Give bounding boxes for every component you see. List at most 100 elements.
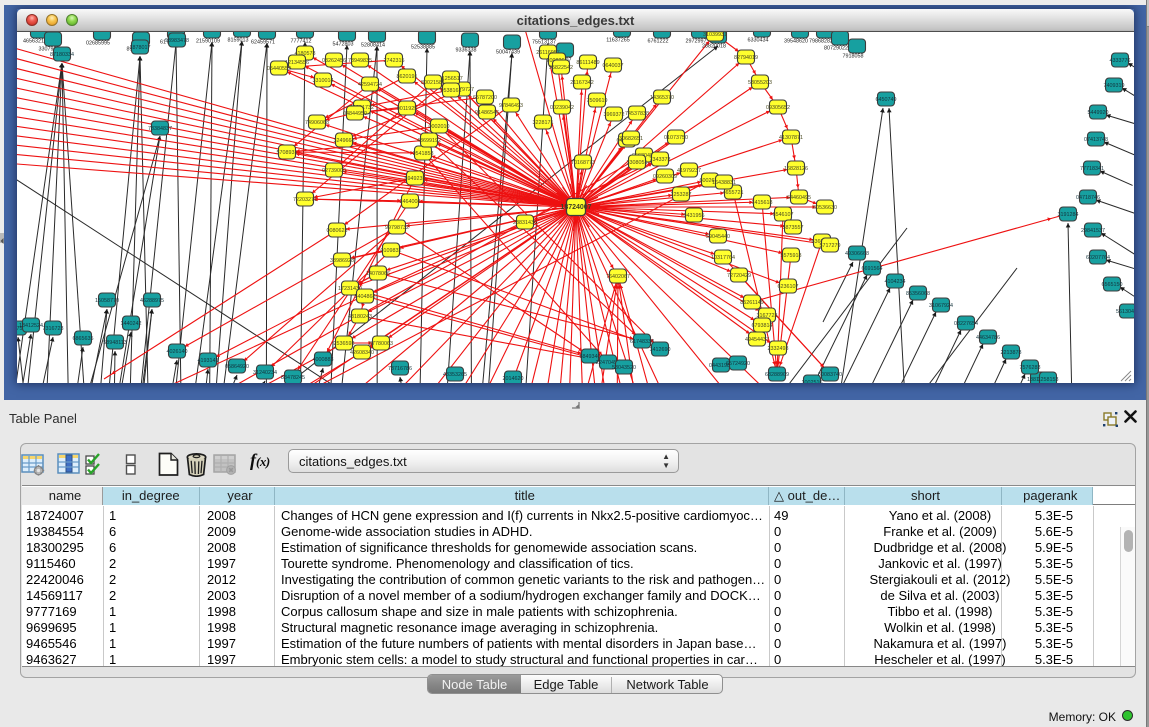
svg-text:02685995: 02685995 — [86, 41, 110, 47]
svg-text:04844950: 04844950 — [343, 111, 367, 117]
svg-text:2536593: 2536593 — [334, 341, 355, 347]
svg-text:46288975: 46288975 — [140, 298, 164, 304]
svg-text:05864920: 05864920 — [225, 364, 249, 370]
svg-text:46563212: 46563212 — [23, 39, 47, 45]
svg-text:70168773: 70168773 — [571, 160, 595, 166]
svg-text:80083740: 80083740 — [818, 372, 842, 378]
svg-text:8620191: 8620191 — [397, 74, 418, 80]
svg-text:03262456: 03262456 — [322, 58, 346, 64]
svg-text:00239042: 00239042 — [550, 105, 574, 111]
svg-text:41307871: 41307871 — [779, 135, 803, 141]
svg-text:9336338: 9336338 — [456, 48, 477, 54]
svg-text:4000883: 4000883 — [313, 357, 334, 363]
svg-text:2464008: 2464008 — [400, 199, 421, 205]
svg-text:10317764: 10317764 — [711, 255, 735, 261]
svg-text:6793814: 6793814 — [752, 323, 773, 329]
svg-text:0640037: 0640037 — [603, 63, 624, 69]
svg-text:49306668: 49306668 — [845, 251, 869, 257]
svg-text:2332493: 2332493 — [768, 346, 789, 352]
svg-text:87180334: 87180334 — [50, 52, 74, 58]
svg-text:72203271: 72203271 — [293, 197, 317, 203]
svg-text:0011925: 0011925 — [397, 106, 418, 112]
svg-text:7576283: 7576283 — [1020, 365, 1041, 371]
svg-text:50047439: 50047439 — [496, 50, 520, 56]
svg-text:5717279: 5717279 — [820, 243, 841, 249]
svg-text:11637265: 11637265 — [606, 38, 630, 44]
svg-text:58948113: 58948113 — [103, 340, 127, 346]
svg-text:77718341: 77718341 — [1080, 166, 1104, 172]
svg-text:80021581: 80021581 — [421, 80, 445, 86]
svg-text:29841537: 29841537 — [1081, 228, 1105, 234]
svg-text:6949235: 6949235 — [405, 176, 426, 182]
svg-text:60536630: 60536630 — [813, 205, 837, 211]
svg-text:21590109: 21590109 — [196, 39, 220, 45]
svg-text:9538161: 9538161 — [441, 88, 462, 94]
svg-text:38986928: 38986928 — [330, 258, 354, 264]
svg-text:3249668: 3249668 — [334, 138, 355, 144]
svg-text:6565150: 6565150 — [1102, 282, 1123, 288]
svg-text:02739000: 02739000 — [322, 168, 346, 174]
svg-text:6450749: 6450749 — [876, 97, 897, 103]
svg-text:76402067: 76402067 — [606, 274, 630, 280]
svg-text:3191284: 3191284 — [1058, 212, 1079, 218]
svg-text:86111489: 86111489 — [576, 60, 599, 66]
svg-text:16828126: 16828126 — [784, 166, 808, 172]
svg-text:4193141: 4193141 — [198, 358, 219, 364]
svg-text:61748338: 61748338 — [630, 339, 654, 345]
svg-text:64460495: 64460495 — [787, 195, 811, 201]
svg-text:85261149: 85261149 — [740, 300, 764, 306]
svg-text:5404868: 5404868 — [355, 294, 376, 300]
svg-text:9541858: 9541858 — [413, 151, 434, 157]
svg-text:97846493: 97846493 — [499, 103, 523, 109]
svg-text:4104234: 4104234 — [885, 279, 906, 285]
svg-text:72720429: 72720429 — [727, 273, 751, 279]
svg-text:60207764: 60207764 — [1086, 255, 1110, 261]
svg-text:3228171: 3228171 — [533, 120, 554, 126]
svg-text:08227654: 08227654 — [954, 321, 978, 327]
svg-text:87780063: 87780063 — [369, 341, 393, 347]
svg-text:1412690: 1412690 — [650, 347, 671, 353]
svg-text:65787200: 65787200 — [473, 95, 497, 101]
svg-text:13412524: 13412524 — [19, 323, 43, 329]
svg-text:74906068: 74906068 — [305, 120, 329, 126]
svg-text:4026140: 4026140 — [167, 349, 188, 355]
svg-text:44634786: 44634786 — [976, 335, 1000, 341]
svg-text:16438831: 16438831 — [712, 180, 736, 186]
svg-text:0080623: 0080623 — [327, 228, 348, 234]
svg-text:6546107: 6546107 — [773, 212, 794, 218]
svg-text:7343373: 7343373 — [650, 157, 671, 163]
svg-text:6236107: 6236107 — [778, 284, 799, 290]
svg-text:07413748: 07413748 — [1084, 137, 1108, 143]
svg-text:4655721: 4655721 — [723, 190, 744, 196]
svg-text:43180243: 43180243 — [348, 314, 372, 320]
svg-text:1878017: 1878017 — [130, 45, 151, 51]
svg-text:7918058: 7918058 — [843, 54, 864, 60]
svg-text:56130445: 56130445 — [1116, 309, 1134, 315]
svg-text:73949835: 73949835 — [348, 58, 372, 64]
svg-text:52808414: 52808414 — [361, 43, 385, 49]
svg-text:18724007: 18724007 — [560, 204, 591, 211]
svg-text:49454437: 49454437 — [745, 337, 769, 343]
svg-text:1440242: 1440242 — [121, 321, 142, 327]
svg-text:6330434: 6330434 — [748, 38, 769, 44]
svg-text:01073750: 01073750 — [664, 135, 688, 141]
svg-text:41979237: 41979237 — [677, 168, 701, 174]
svg-text:8159013: 8159013 — [228, 38, 249, 44]
svg-text:79868282: 79868282 — [809, 39, 833, 45]
svg-text:0002010: 0002010 — [429, 124, 450, 130]
svg-text:98983478: 98983478 — [165, 38, 189, 44]
svg-text:52538885: 52538885 — [411, 45, 435, 51]
svg-text:3969372: 3969372 — [604, 112, 625, 118]
svg-text:28820018: 28820018 — [702, 44, 726, 50]
svg-text:7509619: 7509619 — [587, 98, 608, 104]
svg-text:62459571: 62459571 — [251, 40, 275, 46]
svg-text:2742315: 2742315 — [384, 58, 405, 64]
svg-text:42594724: 42594724 — [358, 82, 382, 88]
svg-text:5472803: 5472803 — [333, 42, 354, 48]
svg-text:74537838: 74537838 — [625, 111, 649, 117]
svg-text:6761222: 6761222 — [648, 39, 669, 45]
svg-text:78384837: 78384837 — [148, 126, 172, 132]
svg-text:99798732: 99798732 — [385, 225, 409, 231]
svg-text:1258153: 1258153 — [1038, 377, 1059, 383]
svg-text:7777412: 7777412 — [291, 39, 312, 45]
